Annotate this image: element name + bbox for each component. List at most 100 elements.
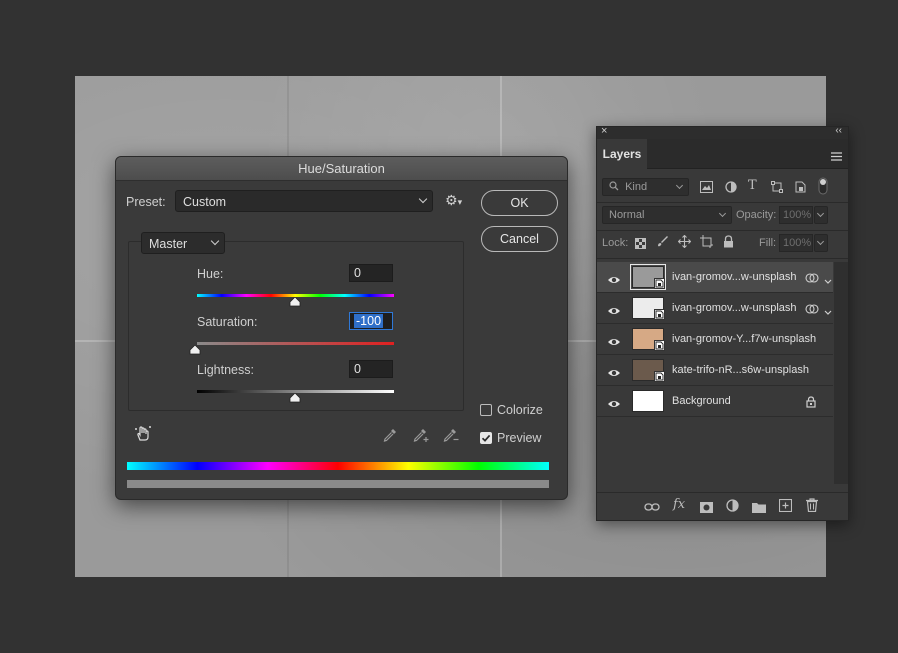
visibility-eye-icon[interactable]: [607, 303, 621, 321]
fill-dropdown[interactable]: [814, 234, 828, 252]
smart-object-filter-icon[interactable]: [794, 180, 806, 198]
layer-thumbnail[interactable]: [632, 359, 665, 382]
fill-field[interactable]: 100%: [779, 234, 813, 252]
trash-icon[interactable]: [806, 498, 818, 517]
search-icon: [609, 181, 619, 191]
type-filter-icon[interactable]: T: [748, 178, 757, 193]
shape-filter-icon[interactable]: [771, 180, 783, 198]
colorize-label: Colorize: [497, 403, 543, 417]
collapse-icon[interactable]: ‹‹: [835, 125, 842, 136]
layer-name: ivan-gromov-Y...f7w-unsplash: [672, 333, 817, 345]
lock-position-icon[interactable]: [677, 234, 692, 253]
colorize-checkbox[interactable]: [480, 404, 492, 416]
targeted-adjustment-hand-icon[interactable]: [134, 425, 152, 448]
lock-image-pixels-icon[interactable]: [656, 235, 669, 253]
close-icon[interactable]: ×: [601, 125, 607, 137]
saturation-slider-track[interactable]: [197, 342, 394, 345]
layer-row[interactable]: ivan-gromov...w-unsplash: [597, 293, 833, 324]
lock-transparent-pixels-icon[interactable]: [635, 236, 646, 254]
opacity-dropdown[interactable]: [814, 206, 828, 224]
layer-row[interactable]: ivan-gromov...w-unsplash: [597, 262, 833, 293]
workspace: Hue/Saturation Preset: Custom ⚙▾ OK Canc…: [0, 0, 898, 653]
blend-mode-select[interactable]: Normal: [602, 206, 732, 224]
panel-footer-toolbar: fx: [597, 492, 848, 520]
panel-tab-bar: Layers: [597, 139, 848, 169]
subtract-from-sample-eyedropper-icon[interactable]: [442, 427, 460, 448]
opacity-label: Opacity:: [736, 209, 777, 221]
layer-row[interactable]: Background: [597, 386, 833, 417]
channel-select[interactable]: Master: [141, 232, 225, 254]
new-layer-icon[interactable]: [778, 498, 793, 517]
hue-value: 0: [354, 266, 361, 280]
chevron-down-icon: [418, 194, 428, 204]
saturation-value: -100: [354, 314, 384, 328]
lock-all-icon[interactable]: [723, 235, 734, 253]
smart-filters-icon[interactable]: [805, 302, 819, 320]
hue-saturation-dialog: Hue/Saturation Preset: Custom ⚙▾ OK Canc…: [115, 156, 568, 500]
layer-name: kate-trifo-nR...s6w-unsplash: [672, 364, 809, 376]
cancel-button[interactable]: Cancel: [481, 226, 558, 252]
ok-button[interactable]: OK: [481, 190, 558, 216]
layer-thumbnail[interactable]: [632, 297, 665, 320]
layer-row[interactable]: ivan-gromov-Y...f7w-unsplash: [597, 324, 833, 355]
smart-filters-icon[interactable]: [805, 271, 819, 289]
smart-object-badge-icon: [654, 340, 665, 351]
chevron-down-icon: [210, 236, 220, 246]
visibility-eye-icon[interactable]: [607, 396, 621, 414]
layer-style-fx-icon[interactable]: fx: [673, 497, 685, 512]
filter-toggle-icon[interactable]: [818, 177, 828, 200]
layer-list-scrollbar[interactable]: [834, 262, 848, 484]
lock-icon[interactable]: [806, 395, 816, 413]
filter-kind-value: Kind: [625, 181, 648, 193]
lock-artboard-icon[interactable]: [700, 235, 713, 253]
chevron-down-icon[interactable]: [824, 303, 832, 321]
visibility-eye-icon[interactable]: [607, 272, 621, 290]
add-to-sample-eyedropper-icon[interactable]: [412, 427, 430, 448]
layers-panel: × ‹‹ Layers Kind T Normal Opacity: 100% …: [596, 125, 849, 521]
output-color-bar: [127, 480, 549, 488]
fill-label: Fill:: [759, 237, 777, 249]
preset-select[interactable]: Custom: [175, 190, 433, 212]
layer-name: Background: [672, 395, 731, 407]
opacity-field[interactable]: 100%: [779, 206, 813, 224]
fill-value: 100%: [783, 237, 812, 249]
visibility-eye-icon[interactable]: [607, 334, 621, 352]
chevron-down-icon: [718, 209, 727, 218]
chevron-down-icon: [816, 209, 825, 218]
smart-object-badge-icon: [654, 278, 665, 289]
layer-thumbnail[interactable]: [632, 328, 665, 351]
hue-value-field[interactable]: 0: [349, 264, 393, 282]
smart-object-badge-icon: [654, 371, 665, 382]
panel-menu-icon[interactable]: [831, 148, 842, 166]
eyedropper-icon[interactable]: [382, 427, 398, 448]
adjustment-filter-icon[interactable]: [725, 180, 737, 198]
new-group-folder-icon[interactable]: [752, 500, 766, 518]
input-color-bar: [127, 462, 549, 470]
chevron-down-icon: [675, 181, 684, 190]
link-layers-icon[interactable]: [644, 500, 660, 518]
lock-label: Lock:: [602, 237, 629, 249]
saturation-value-field[interactable]: -100: [349, 312, 393, 330]
layer-name: ivan-gromov...w-unsplash: [672, 271, 797, 283]
visibility-eye-icon[interactable]: [607, 365, 621, 383]
preset-value: Custom: [183, 195, 227, 209]
preview-checkbox[interactable]: [480, 432, 492, 444]
hue-label: Hue:: [197, 267, 224, 281]
layer-row[interactable]: kate-trifo-nR...s6w-unsplash: [597, 355, 833, 386]
chevron-down-icon[interactable]: [824, 272, 832, 290]
preset-label: Preset:: [126, 195, 166, 209]
adjustment-group: [128, 241, 464, 411]
layer-name: ivan-gromov...w-unsplash: [672, 302, 797, 314]
layer-thumbnail[interactable]: [632, 390, 664, 412]
chevron-down-icon: [816, 237, 825, 246]
add-mask-icon[interactable]: [700, 500, 713, 518]
tab-layers[interactable]: Layers: [597, 139, 647, 169]
layer-thumbnail[interactable]: [630, 264, 666, 290]
lightness-value: 0: [354, 362, 361, 376]
lightness-value-field[interactable]: 0: [349, 360, 393, 378]
filter-kind-select[interactable]: Kind: [602, 178, 689, 196]
opacity-value: 100%: [783, 209, 812, 221]
image-filter-icon[interactable]: [700, 180, 713, 198]
new-adjustment-layer-icon[interactable]: [726, 499, 739, 517]
gear-icon[interactable]: ⚙▾: [445, 192, 462, 209]
